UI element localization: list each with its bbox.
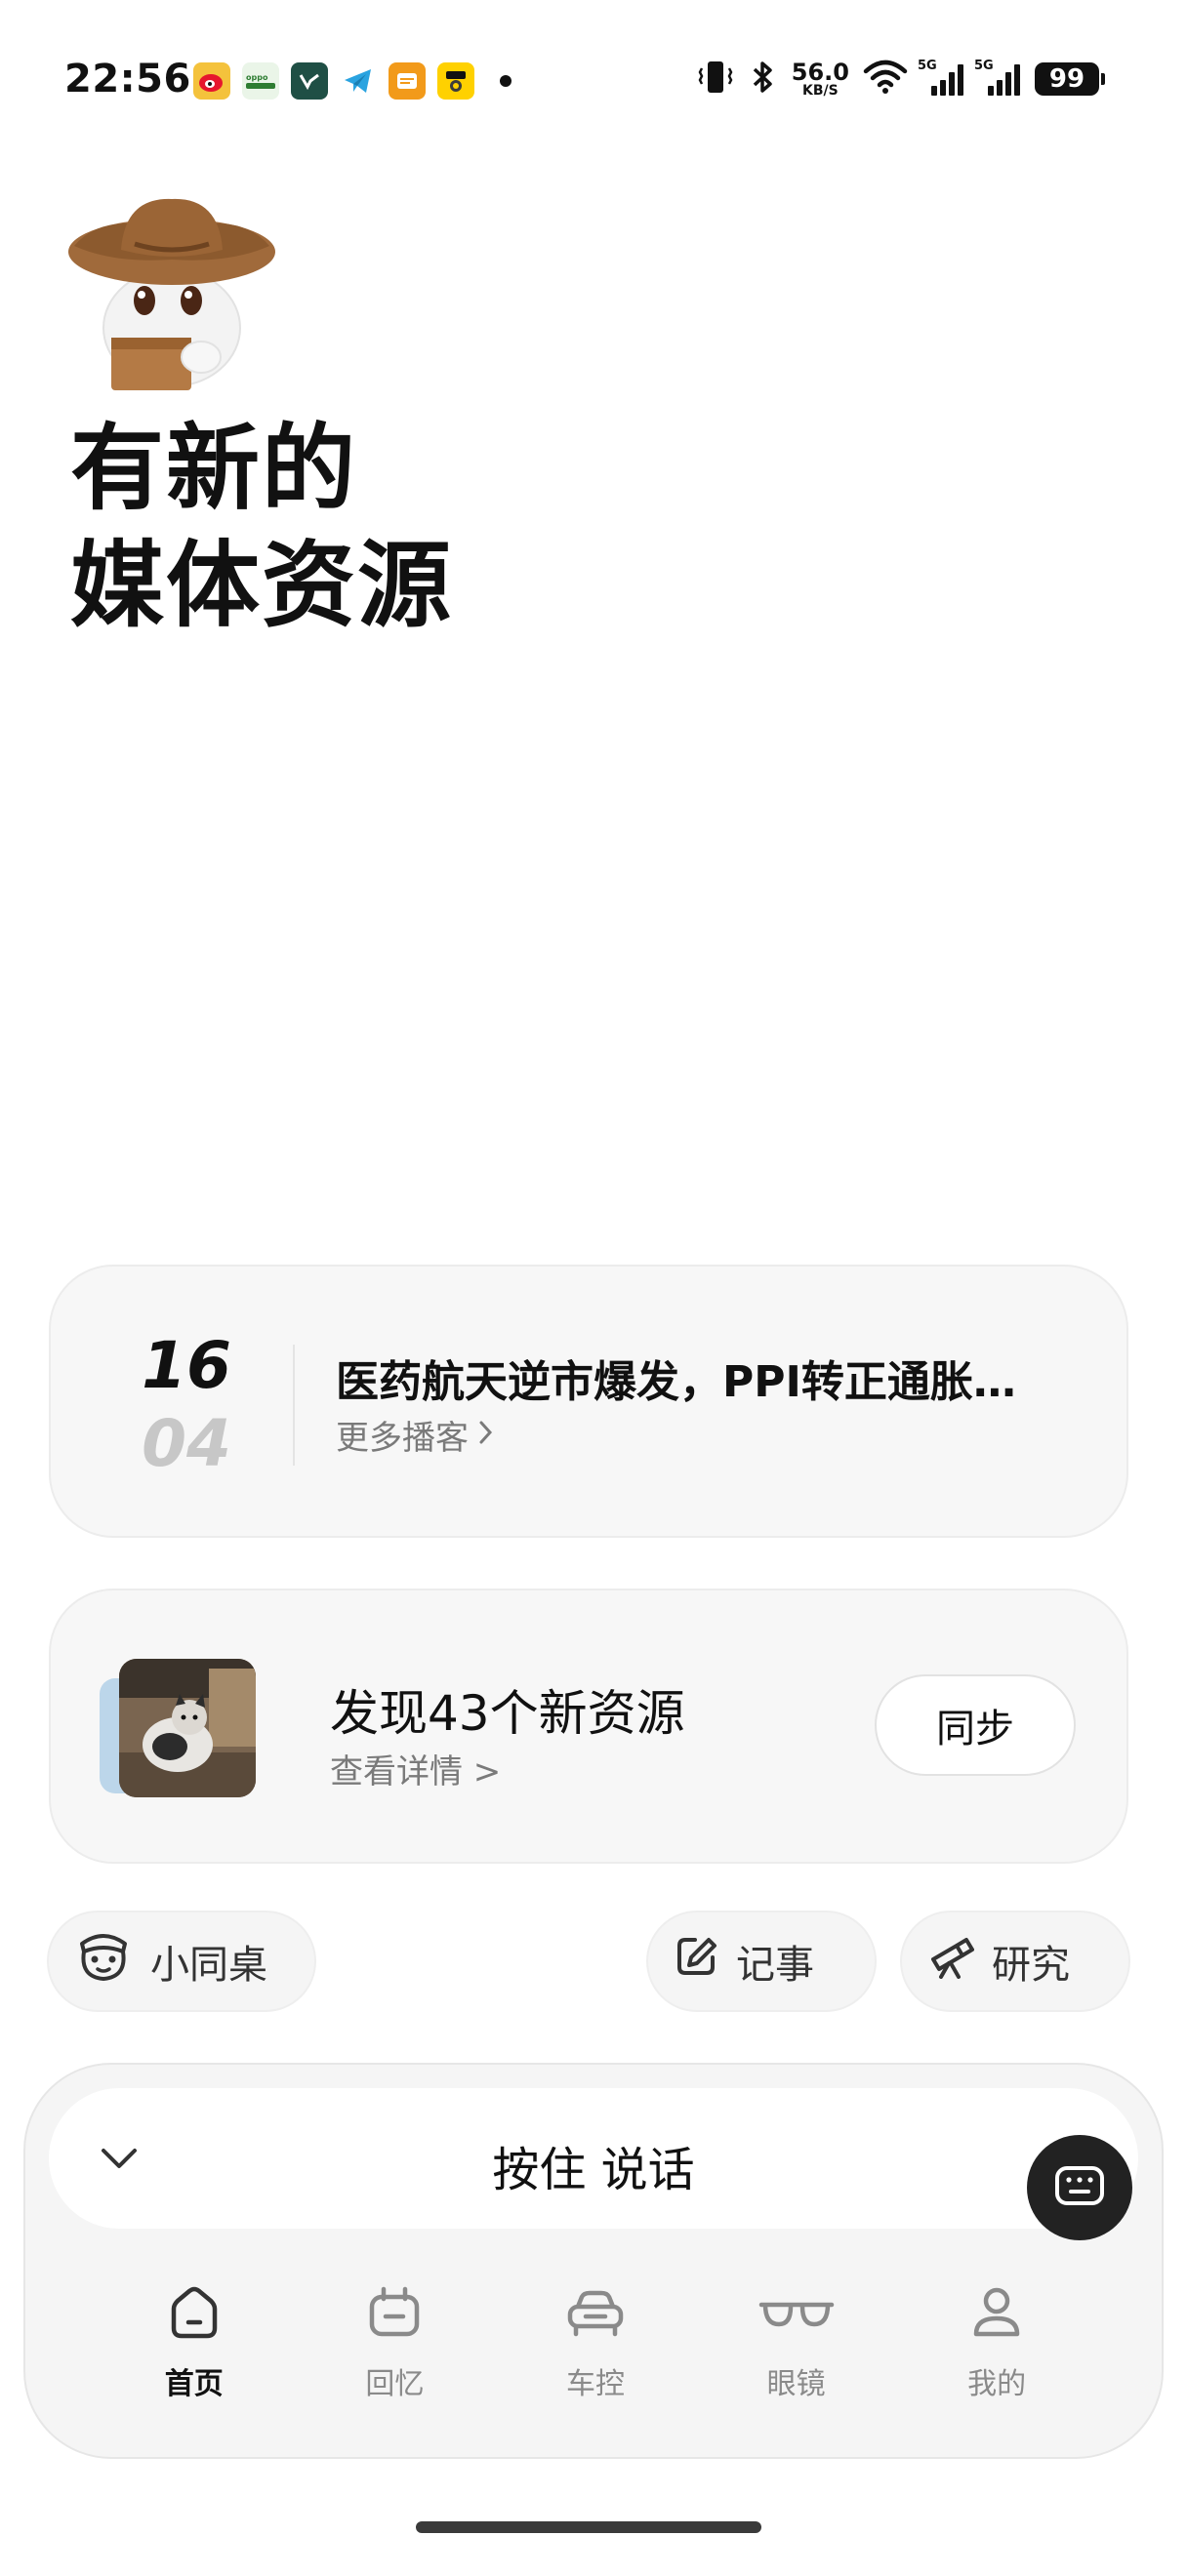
view-details-link[interactable]: 查看详情 >: [330, 1745, 501, 1792]
mascot-illustration: [64, 191, 279, 396]
weibo-icon: [193, 62, 230, 100]
chip-jishi-label: 记事: [736, 1943, 814, 1988]
chip-tongzhuo-label: 小同桌: [150, 1943, 267, 1988]
more-notifications-dot: [500, 75, 512, 87]
resource-thumbnail-cat: [119, 1659, 256, 1797]
chip-yanjiu-label: 研究: [992, 1943, 1070, 1988]
tab-car-control-label: 车控: [565, 2367, 625, 2401]
companion-face-icon: [74, 1930, 133, 1992]
status-time: 22:56: [64, 57, 191, 101]
bottom-panel: 按住 说话 首页 回忆 车控 眼镜 我的: [23, 2063, 1164, 2459]
tab-memory[interactable]: 回忆: [321, 2285, 468, 2432]
home-icon: [166, 2285, 223, 2344]
resource-title: 发现43个新资源: [330, 1685, 685, 1742]
profile-icon: [968, 2285, 1025, 2344]
oppo-icon: oppo: [242, 62, 279, 100]
battery-icon: 99: [1035, 62, 1105, 96]
meituan-icon: [437, 62, 474, 100]
memory-icon: [366, 2285, 423, 2344]
keyboard-toggle-button[interactable]: [1027, 2135, 1132, 2240]
sim1-label: 5G: [918, 59, 937, 73]
sim2-label: 5G: [974, 59, 994, 73]
chevron-right-icon: [478, 1416, 494, 1455]
chip-jishi[interactable]: 记事: [646, 1911, 877, 2012]
podcast-divider: [293, 1345, 295, 1466]
net-speed-value: 56.0: [791, 59, 849, 86]
glasses-icon: [757, 2285, 836, 2344]
note-edit-icon: [674, 1934, 718, 1989]
resource-thumbnail-stack: [100, 1659, 256, 1797]
chip-yanjiu[interactable]: 研究: [900, 1911, 1130, 2012]
keyboard-icon: [1053, 2164, 1106, 2211]
headline: 有新的 媒体资源: [70, 410, 453, 644]
svg-text:oppo: oppo: [246, 73, 268, 82]
hold-to-talk-label: 按住 说话: [492, 2143, 695, 2197]
tab-glasses[interactable]: 眼镜: [723, 2285, 870, 2432]
app-v-icon: [291, 62, 328, 100]
signal-sim2-icon: 5G: [974, 59, 1021, 96]
status-bar: 22:56 oppo 56.0 KB/S 5G 5G 99: [0, 0, 1187, 166]
tab-bar: 首页 回忆 车控 眼镜 我的: [25, 2285, 1166, 2432]
sync-button[interactable]: 同步: [875, 1674, 1076, 1776]
notification-icons: oppo: [193, 62, 512, 100]
wifi-icon: [863, 60, 908, 99]
chip-tongzhuo[interactable]: 小同桌: [47, 1911, 316, 2012]
podcast-card[interactable]: 16 04 医药航天逆市爆发，PPI转正通胀… 更多播客: [49, 1265, 1128, 1538]
telegram-icon: [340, 62, 377, 100]
notes-icon: [389, 62, 426, 100]
headline-line2: 媒体资源: [70, 531, 453, 640]
podcast-day: 16: [142, 1328, 231, 1403]
system-icons: 56.0 KB/S 5G 5G 99: [696, 59, 1105, 100]
headline-line1: 有新的: [70, 414, 357, 523]
tab-profile[interactable]: 我的: [923, 2285, 1070, 2432]
new-resources-card[interactable]: 发现43个新资源 查看详情 > 同步: [49, 1589, 1128, 1864]
net-speed-unit: KB/S: [802, 83, 839, 99]
telescope-icon: [927, 1934, 974, 1989]
home-indicator[interactable]: [416, 2521, 761, 2533]
tab-profile-label: 我的: [967, 2367, 1027, 2401]
tab-home[interactable]: 首页: [121, 2285, 267, 2432]
more-podcasts-label: 更多播客: [336, 1419, 469, 1458]
podcast-date: 16 04: [133, 1327, 240, 1483]
tab-glasses-label: 眼镜: [766, 2367, 826, 2401]
bluetooth-icon: [749, 59, 778, 100]
podcast-title[interactable]: 医药航天逆市爆发，PPI转正通胀…: [336, 1347, 1097, 1409]
signal-sim1-icon: 5G: [918, 59, 964, 96]
tab-car-control[interactable]: 车控: [522, 2285, 669, 2432]
more-podcasts-link[interactable]: 更多播客: [336, 1411, 494, 1459]
tab-home-label: 首页: [164, 2367, 224, 2401]
podcast-month: 04: [142, 1406, 231, 1481]
network-speed: 56.0 KB/S: [792, 60, 849, 98]
hold-to-talk-bar[interactable]: 按住 说话: [49, 2088, 1138, 2240]
car-icon: [564, 2285, 627, 2344]
vibrate-icon: [696, 59, 735, 100]
tab-memory-label: 回忆: [365, 2367, 425, 2401]
